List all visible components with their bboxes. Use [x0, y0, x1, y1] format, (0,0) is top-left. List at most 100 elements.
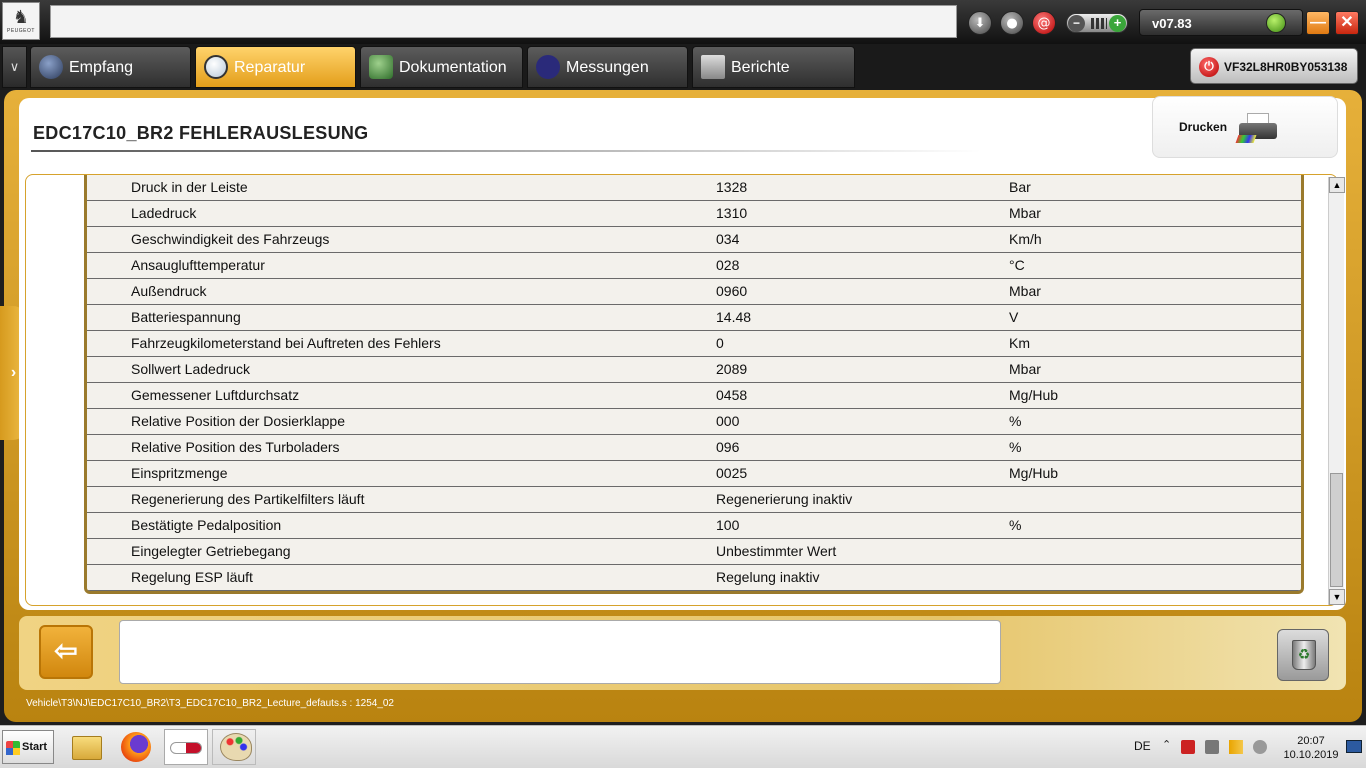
security-alert-icon[interactable]: [1181, 740, 1195, 754]
level-bars-icon: [1091, 18, 1107, 29]
book-icon: [369, 55, 393, 79]
waveform-icon: [536, 55, 560, 79]
tab-dokumentation[interactable]: Dokumentation: [360, 46, 523, 88]
parameter-unit: °C: [1009, 257, 1025, 273]
table-row: Außendruck 0960 Mbar: [87, 279, 1301, 305]
peugeot-logo: ♞ PEUGEOT: [2, 2, 40, 40]
parameter-value: 1328: [716, 179, 748, 195]
parameter-value: 096: [716, 439, 740, 455]
tab-empfang[interactable]: Empfang: [30, 46, 191, 88]
start-button[interactable]: Start: [2, 730, 54, 764]
network-icon[interactable]: [1346, 740, 1362, 753]
parameter-name: Fahrzeugkilometerstand bei Auftreten des…: [131, 335, 441, 351]
connection-icon[interactable]: [1266, 13, 1286, 33]
parameter-table: Druck in der Leiste 1328 Bar Ladedruck 1310 M…: [84, 175, 1304, 594]
magnifier-icon: [204, 55, 228, 79]
vin-number: VF32L8HR0BY053138: [1224, 60, 1348, 74]
bottom-bar: ⇦ ♻: [19, 616, 1346, 690]
parameter-name: Regenerierung des Partikelfilters läuft: [131, 491, 365, 507]
parameter-name: Außendruck: [131, 283, 207, 299]
parameter-name: Batteriespannung: [131, 309, 241, 325]
scroll-up-icon[interactable]: ▲: [1329, 177, 1345, 193]
parameter-value: 034: [716, 231, 740, 247]
page-title: EDC17C10_BR2 FEHLERAUSLESUNG: [33, 123, 369, 143]
vertical-scrollbar[interactable]: ▲ ▼: [1328, 177, 1345, 605]
title-underline: [31, 150, 981, 152]
report-icon: [701, 55, 725, 79]
parameter-value: Unbestimmter Wert: [716, 543, 837, 559]
parameter-unit: Bar: [1009, 179, 1031, 195]
back-button[interactable]: ⇦: [39, 625, 93, 679]
tab-messungen[interactable]: Messungen: [527, 46, 688, 88]
parameter-unit: %: [1009, 413, 1022, 429]
power-icon[interactable]: ⏻: [1199, 57, 1219, 77]
table-row: Regenerierung des Partikelfilters läuft R…: [87, 487, 1301, 513]
chevron-down-icon[interactable]: ∨: [2, 46, 27, 88]
paint-icon[interactable]: [220, 733, 252, 761]
diagbox-icon[interactable]: [170, 742, 202, 754]
tab-label: Empfang: [69, 59, 134, 76]
user-icon[interactable]: ●: [1000, 11, 1024, 35]
parameter-value: 1310: [716, 205, 748, 221]
parameter-name: Eingelegter Getriebegang: [131, 543, 291, 559]
tab-label: Messungen: [566, 59, 649, 76]
table-row: Bestätigte Pedalposition 100%: [87, 513, 1301, 539]
parameter-name: Relative Position der Dosierklappe: [131, 413, 345, 429]
tab-berichte[interactable]: Berichte: [692, 46, 855, 88]
table-row: Ladedruck 1310 Mbar: [87, 201, 1301, 227]
parameter-list-container: Druck in der Leiste 1328 Bar Ladedruck 1310 M…: [25, 174, 1345, 606]
mail-icon[interactable]: @: [1032, 11, 1056, 35]
parameter-value: 000: [716, 413, 740, 429]
top-bar: ♞ PEUGEOT ⬇ ● @ − + v07.83 — ✕: [0, 0, 1366, 44]
print-button[interactable]: Drucken: [1152, 96, 1338, 158]
plus-icon[interactable]: +: [1109, 15, 1126, 32]
folder-icon[interactable]: [72, 736, 102, 760]
trash-button[interactable]: ♻: [1277, 629, 1329, 681]
parameter-unit: Km/h: [1009, 231, 1042, 247]
minimize-button[interactable]: —: [1306, 11, 1330, 35]
tab-bar: ∨ Empfang Reparatur Dokumentation Messun…: [0, 44, 1366, 90]
tab-label: Reparatur: [234, 59, 306, 76]
table-row: Batteriespannung 14.48 V: [87, 305, 1301, 331]
close-button[interactable]: ✕: [1335, 11, 1359, 35]
parameter-unit: Mbar: [1009, 361, 1041, 377]
chevron-up-icon[interactable]: ⌃: [1162, 738, 1171, 751]
main-frame: › EDC17C10_BR2 FEHLERAUSLESUNG Drucken D…: [0, 90, 1362, 722]
table-row: Gemessener Luftdurchsatz 0458 Mg/Hub: [87, 383, 1301, 409]
download-icon[interactable]: ⬇: [968, 11, 992, 35]
table-row: Druck in der Leiste 1328 Bar: [87, 175, 1301, 201]
parameter-name: Bestätigte Pedalposition: [131, 517, 282, 533]
device-icon[interactable]: [1205, 740, 1219, 754]
taskbar: Start DE ⌃ 20:07 10.10.2019: [0, 725, 1366, 768]
scroll-down-icon[interactable]: ▼: [1329, 589, 1345, 605]
parameter-unit: Mg/Hub: [1009, 465, 1059, 481]
scroll-thumb[interactable]: [1330, 473, 1343, 587]
table-row: Regelung ESP läuft Regelung inaktiv: [87, 565, 1301, 591]
printer-icon: [1235, 113, 1279, 143]
brand-name: PEUGEOT: [7, 28, 35, 34]
parameter-value: 0025: [716, 465, 748, 481]
parameter-name: Ladedruck: [131, 205, 197, 221]
parameter-name: Geschwindigkeit des Fahrzeugs: [131, 231, 330, 247]
signal-icon[interactable]: [1229, 740, 1243, 754]
parameter-name: Ansauglufttemperatur: [131, 257, 265, 273]
parameter-name: Sollwert Ladedruck: [131, 361, 251, 377]
tab-reparatur[interactable]: Reparatur: [195, 46, 356, 88]
volume-toggle[interactable]: − +: [1066, 13, 1128, 33]
firefox-icon[interactable]: [121, 732, 151, 762]
parameter-unit: V: [1009, 309, 1019, 325]
tab-label: Berichte: [731, 59, 790, 76]
version-display: v07.83: [1139, 9, 1303, 36]
clock[interactable]: 20:07 10.10.2019: [1283, 734, 1339, 762]
parameter-unit: %: [1009, 439, 1022, 455]
minus-icon[interactable]: −: [1068, 15, 1085, 32]
address-bar[interactable]: [50, 5, 957, 38]
language-indicator[interactable]: DE: [1134, 739, 1151, 753]
speaker-icon[interactable]: [1253, 740, 1267, 754]
clock-date: 10.10.2019: [1283, 749, 1339, 761]
vin-display[interactable]: ⏻ VF32L8HR0BY053138: [1190, 48, 1358, 84]
table-row: Ansauglufttemperatur 028 °C: [87, 253, 1301, 279]
parameter-name: Relative Position des Turboladers: [131, 439, 340, 455]
table-row: Einspritzmenge 0025 Mg/Hub: [87, 461, 1301, 487]
tab-label: Dokumentation: [399, 59, 507, 76]
